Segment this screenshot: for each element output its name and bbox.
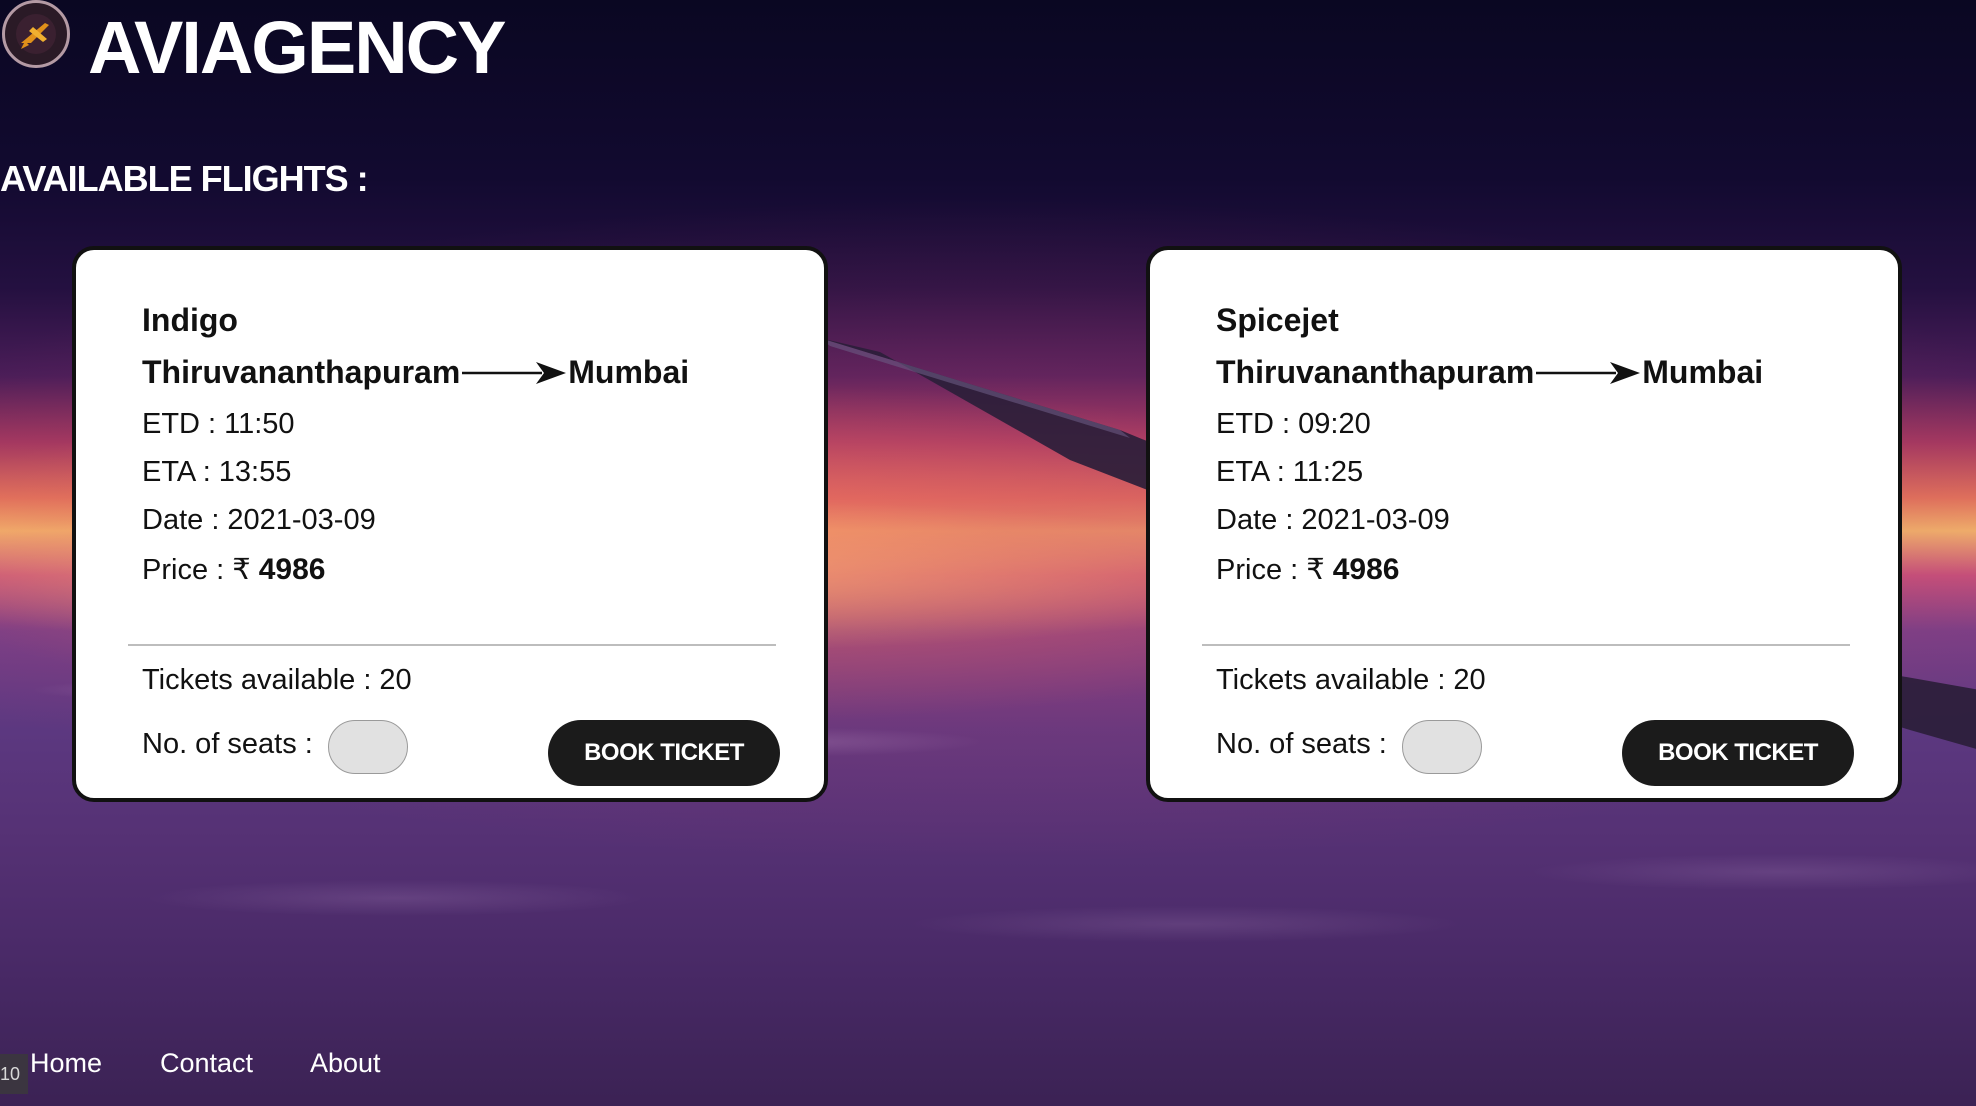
- tickets-label: Tickets available :: [1216, 664, 1446, 696]
- book-ticket-button[interactable]: BOOK TICKET: [548, 720, 780, 786]
- eta-row: ETA :11:25: [1216, 456, 1363, 489]
- eta-value: 13:55: [218, 456, 292, 488]
- route-destination: Mumbai: [1642, 354, 1764, 390]
- page-title: AVAILABLE FLIGHTS :: [0, 158, 369, 199]
- route-destination: Mumbai: [568, 354, 690, 390]
- tickets-label: Tickets available :: [142, 664, 372, 696]
- arrow-right-icon: [1536, 361, 1641, 384]
- seats-label: No. of seats :: [142, 728, 313, 760]
- book-ticket-button[interactable]: BOOK TICKET: [1622, 720, 1854, 786]
- tickets-row: Tickets available :20: [1216, 664, 1486, 697]
- route: Thiruvananthapuram Mumbai: [1216, 354, 1763, 391]
- rupee-icon: ₹: [1306, 554, 1325, 586]
- etd-value: 09:20: [1298, 408, 1371, 440]
- price-row: Price : ₹ 4986: [142, 552, 325, 587]
- date-row: Date :2021-03-09: [1216, 504, 1450, 537]
- etd-label: ETD :: [142, 408, 217, 440]
- seats-label: No. of seats :: [1216, 728, 1387, 760]
- eta-label: ETA :: [142, 456, 211, 488]
- route: Thiruvananthapuram Mumbai: [142, 354, 689, 391]
- eta-value: 11:25: [1292, 456, 1364, 488]
- price-label: Price :: [142, 554, 225, 586]
- route-origin: Thiruvananthapuram: [1216, 354, 1535, 390]
- tickets-row: Tickets available :20: [142, 664, 412, 697]
- tickets-value: 20: [379, 664, 412, 696]
- airplane-logo-icon[interactable]: [2, 0, 70, 68]
- seats-input[interactable]: [1402, 720, 1482, 774]
- price-label: Price :: [1216, 554, 1299, 586]
- airline-name: Indigo: [142, 302, 238, 338]
- date-value: 2021-03-09: [227, 504, 376, 536]
- seats-input[interactable]: [328, 720, 408, 774]
- date-label: Date :: [142, 504, 220, 536]
- etd-label: ETD :: [1216, 408, 1291, 440]
- airline-name: Spicejet: [1216, 302, 1339, 338]
- nav-about-link[interactable]: About: [310, 1048, 381, 1079]
- flight-card: Indigo Thiruvananthapuram Mumbai ETD :11…: [72, 246, 828, 802]
- divider: [128, 644, 776, 646]
- divider: [1202, 644, 1850, 646]
- etd-row: ETD :11:50: [142, 408, 295, 441]
- tickets-value: 20: [1453, 664, 1486, 696]
- flight-card: Spicejet Thiruvananthapuram Mumbai ETD :…: [1146, 246, 1902, 802]
- rupee-icon: ₹: [232, 554, 251, 586]
- eta-label: ETA :: [1216, 456, 1285, 488]
- nav-home-link[interactable]: Home: [30, 1048, 102, 1079]
- price-value: 4986: [258, 553, 326, 586]
- eta-row: ETA :13:55: [142, 456, 291, 489]
- corner-tag: 10: [0, 1054, 28, 1094]
- price-row: Price : ₹ 4986: [1216, 552, 1399, 587]
- brand-name: AVIAGENCY: [88, 6, 506, 89]
- etd-value: 11:50: [224, 408, 295, 440]
- date-label: Date :: [1216, 504, 1294, 536]
- price-value: 4986: [1332, 553, 1400, 586]
- nav-contact-link[interactable]: Contact: [160, 1048, 253, 1079]
- etd-row: ETD :09:20: [1216, 408, 1371, 441]
- date-row: Date :2021-03-09: [142, 504, 376, 537]
- arrow-right-icon: [462, 361, 567, 384]
- route-origin: Thiruvananthapuram: [142, 354, 461, 390]
- date-value: 2021-03-09: [1301, 504, 1450, 536]
